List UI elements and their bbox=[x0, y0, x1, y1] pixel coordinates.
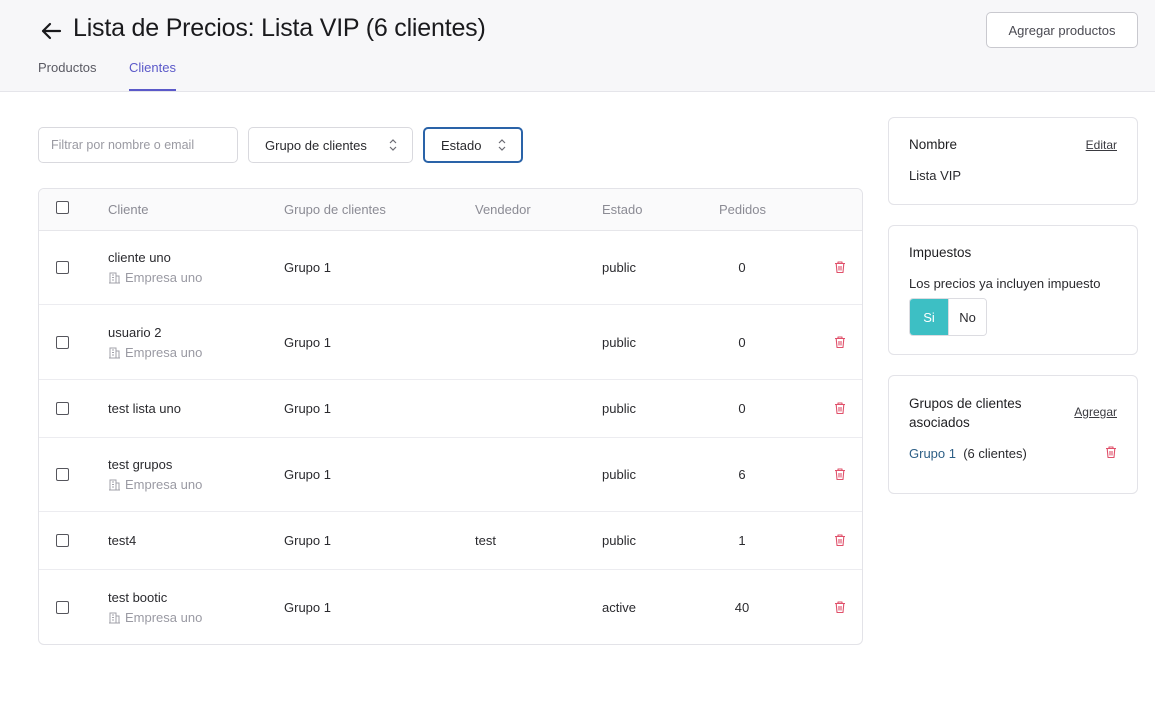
building-icon bbox=[109, 612, 120, 624]
trash-icon[interactable] bbox=[833, 401, 847, 415]
orders-count: 0 bbox=[738, 401, 746, 416]
group-count: (6 clientes) bbox=[963, 446, 1027, 461]
customer-group: Grupo 1 bbox=[284, 260, 331, 275]
status-select[interactable]: Estado bbox=[423, 127, 523, 163]
select-all-checkbox[interactable] bbox=[56, 201, 69, 214]
table-row: test lista uno Grupo 1 public 0 bbox=[39, 380, 862, 438]
tax-card-title: Impuestos bbox=[909, 245, 972, 260]
orders-count: 0 bbox=[738, 334, 746, 350]
back-arrow-icon[interactable] bbox=[38, 18, 64, 44]
company-name: Empresa uno bbox=[125, 610, 203, 625]
row-checkbox[interactable] bbox=[56, 534, 69, 547]
orders-count: 6 bbox=[738, 467, 746, 482]
chevron-updown-icon bbox=[498, 139, 506, 151]
tax-yes-option[interactable]: Si bbox=[910, 299, 948, 335]
list-name-value: Lista VIP bbox=[909, 168, 962, 183]
column-header-vendedor[interactable]: Vendedor bbox=[475, 202, 531, 217]
company-name: Empresa uno bbox=[125, 344, 203, 360]
customers-table: Cliente Grupo de clientes Vendedor Estad… bbox=[38, 188, 863, 645]
table-row: test4 Grupo 1 test public 1 bbox=[39, 512, 862, 570]
customer-group: Grupo 1 bbox=[284, 467, 331, 482]
table-header: Cliente Grupo de clientes Vendedor Estad… bbox=[39, 189, 862, 231]
orders-count: 0 bbox=[738, 260, 746, 275]
search-input[interactable] bbox=[38, 127, 238, 163]
customer-name[interactable]: test grupos bbox=[108, 457, 172, 472]
trash-icon[interactable] bbox=[833, 260, 847, 274]
customer-name[interactable]: cliente uno bbox=[108, 250, 171, 265]
customer-group-select[interactable]: Grupo de clientes bbox=[248, 127, 413, 163]
customer-company: Empresa uno bbox=[108, 345, 202, 360]
edit-name-link[interactable]: Editar bbox=[1086, 138, 1117, 152]
row-checkbox[interactable] bbox=[56, 468, 69, 481]
customer-groups-card: Grupos de clientes asociados Agregar Gru… bbox=[888, 375, 1138, 494]
tax-no-option[interactable]: No bbox=[948, 299, 986, 335]
company-name: Empresa uno bbox=[125, 270, 203, 285]
company-name: Empresa uno bbox=[125, 477, 203, 492]
customer-group: Grupo 1 bbox=[284, 533, 331, 548]
orders-count: 1 bbox=[738, 533, 746, 548]
building-icon bbox=[109, 347, 120, 358]
trash-icon[interactable] bbox=[833, 533, 847, 547]
customer-group: Grupo 1 bbox=[284, 334, 331, 350]
orders-count: 40 bbox=[734, 600, 750, 615]
name-card-title: Nombre bbox=[909, 137, 958, 152]
customer-name[interactable]: test lista uno bbox=[108, 401, 181, 416]
row-checkbox[interactable] bbox=[56, 601, 69, 614]
page-header: Lista de Precios: Lista VIP (6 clientes)… bbox=[0, 0, 1155, 92]
status: public bbox=[602, 533, 636, 548]
row-checkbox[interactable] bbox=[56, 402, 69, 415]
groups-card-title-line1: Grupos de clientes bbox=[909, 396, 1022, 411]
customer-name[interactable]: usuario 2 bbox=[108, 325, 161, 340]
status-select-label: Estado bbox=[441, 137, 482, 153]
tax-card: Impuestos Los precios ya incluyen impues… bbox=[888, 225, 1138, 355]
building-icon bbox=[109, 479, 120, 491]
page-title: Lista de Precios: Lista VIP (6 clientes) bbox=[73, 14, 486, 42]
trash-icon[interactable] bbox=[833, 335, 847, 349]
status: active bbox=[602, 600, 636, 615]
table-row: usuario 2 Empresa uno Grupo 1 public 0 bbox=[39, 305, 862, 380]
table-row: test grupos Empresa uno Grupo 1 public 6 bbox=[39, 438, 862, 512]
customer-group: Grupo 1 bbox=[284, 600, 331, 615]
table-row: test bootic Empresa uno Grupo 1 active 40 bbox=[39, 570, 862, 644]
column-header-estado[interactable]: Estado bbox=[602, 202, 642, 217]
chevron-updown-icon bbox=[389, 139, 397, 151]
groups-card-title-line2: asociados bbox=[909, 415, 970, 430]
seller: test bbox=[475, 533, 496, 548]
row-checkbox[interactable] bbox=[56, 261, 69, 274]
column-header-pedidos[interactable]: Pedidos bbox=[719, 202, 766, 217]
column-header-grupo[interactable]: Grupo de clientes bbox=[284, 202, 386, 217]
add-products-button[interactable]: Agregar productos bbox=[986, 12, 1138, 48]
customer-group: Grupo 1 bbox=[284, 401, 331, 416]
customer-group-select-label: Grupo de clientes bbox=[265, 137, 367, 153]
add-group-link[interactable]: Agregar bbox=[1074, 405, 1117, 419]
tab-productos[interactable]: Productos bbox=[38, 60, 97, 91]
status: public bbox=[602, 401, 636, 416]
name-card: Nombre Editar Lista VIP bbox=[888, 117, 1138, 205]
status: public bbox=[602, 334, 636, 350]
group-link[interactable]: Grupo 1 bbox=[909, 446, 956, 461]
groups-card-title: Grupos de clientes asociados bbox=[909, 394, 1022, 432]
status: public bbox=[602, 467, 636, 482]
trash-icon[interactable] bbox=[833, 600, 847, 614]
group-entry: Grupo 1 (6 clientes) bbox=[909, 446, 1027, 461]
status: public bbox=[602, 260, 636, 275]
customer-company: Empresa uno bbox=[108, 610, 202, 625]
tax-description: Los precios ya incluyen impuesto bbox=[909, 276, 1101, 291]
customer-company: Empresa uno bbox=[108, 477, 202, 492]
customer-name[interactable]: test bootic bbox=[108, 590, 167, 605]
tab-clientes[interactable]: Clientes bbox=[129, 60, 176, 91]
tax-toggle: Si No bbox=[909, 298, 987, 336]
trash-icon[interactable] bbox=[1104, 445, 1118, 459]
column-header-cliente[interactable]: Cliente bbox=[108, 202, 148, 217]
row-checkbox[interactable] bbox=[56, 335, 69, 349]
trash-icon[interactable] bbox=[833, 467, 847, 481]
customer-company: Empresa uno bbox=[108, 270, 202, 285]
building-icon bbox=[109, 272, 120, 284]
customer-name[interactable]: test4 bbox=[108, 533, 136, 548]
table-row: cliente uno Empresa uno Grupo 1 public 0 bbox=[39, 231, 862, 305]
